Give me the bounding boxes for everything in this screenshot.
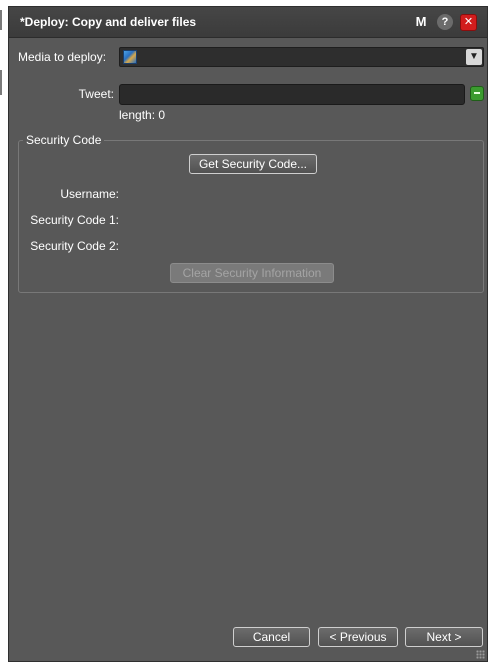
next-button[interactable]: Next > xyxy=(405,627,483,647)
window-edge-mark xyxy=(0,10,2,30)
cancel-button[interactable]: Cancel xyxy=(233,627,310,647)
tweet-label: Tweet: xyxy=(78,87,114,101)
media-image-icon xyxy=(123,50,137,64)
media-label: Media to deploy: xyxy=(18,50,107,64)
green-minus-icon[interactable] xyxy=(470,86,484,101)
background-strip xyxy=(0,0,8,665)
chevron-down-icon[interactable]: ▼ xyxy=(466,49,482,65)
tweet-length: length: 0 xyxy=(119,108,166,122)
resize-grip[interactable] xyxy=(476,650,485,659)
window-edge-mark xyxy=(0,70,2,95)
help-button[interactable]: ? xyxy=(437,14,453,30)
dialog-title: *Deploy: Copy and deliver files xyxy=(20,15,197,29)
username-label: Username: xyxy=(60,187,119,201)
previous-button[interactable]: < Previous xyxy=(318,627,398,647)
get-security-code-button[interactable]: Get Security Code... xyxy=(189,154,317,174)
tweet-input[interactable] xyxy=(119,84,465,105)
close-button[interactable]: ✕ xyxy=(460,14,477,31)
security-code-1-label: Security Code 1: xyxy=(30,213,119,227)
security-code-2-label: Security Code 2: xyxy=(30,239,119,253)
media-select[interactable]: ▼ xyxy=(119,47,484,67)
security-code-group: Security Code Get Security Code... Usern… xyxy=(18,133,484,293)
clear-security-information-button: Clear Security Information xyxy=(170,263,334,283)
deploy-dialog: *Deploy: Copy and deliver files M ? ✕ Me… xyxy=(8,6,488,662)
title-bar[interactable]: *Deploy: Copy and deliver files M ? ✕ xyxy=(9,7,487,38)
m-button[interactable]: M xyxy=(413,14,429,30)
security-code-legend: Security Code xyxy=(23,133,105,147)
